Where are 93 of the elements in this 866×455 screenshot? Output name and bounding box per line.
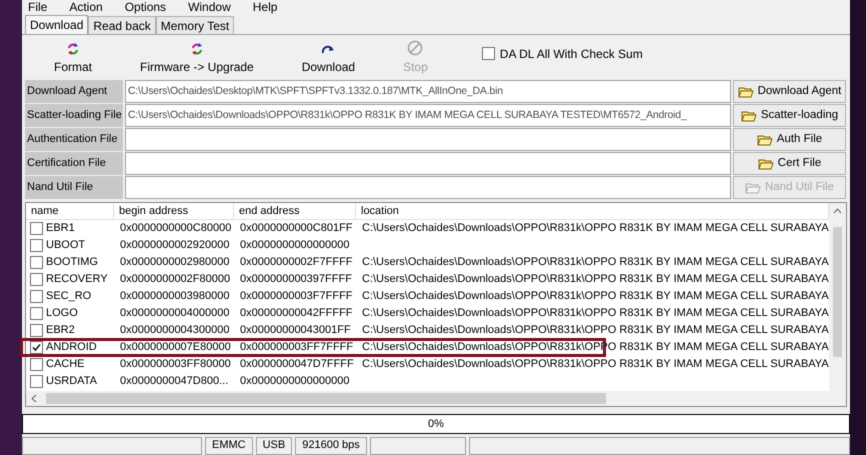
toolbar-button[interactable]: Download [300, 40, 358, 76]
toolbar-button[interactable]: Firmware -> Upgrade [138, 40, 256, 76]
scroll-left-icon[interactable] [30, 394, 38, 403]
checkbox[interactable] [30, 290, 43, 303]
table-cell: 0x0000000004000000 [120, 307, 230, 319]
checkbox[interactable] [30, 239, 43, 252]
table-cell-text: UBOOT [46, 238, 86, 253]
browse-button[interactable]: Scatter-loading [733, 104, 846, 127]
path-field[interactable] [125, 128, 731, 151]
scrollbar-thumb[interactable] [46, 393, 606, 404]
table-cell: 0x0000000007E80000 [120, 341, 231, 353]
table-cell: 0x0000000047D800... [120, 375, 228, 387]
scrollbar-thumb[interactable] [833, 227, 842, 357]
table-cell: 0x0000000002920000 [120, 239, 230, 251]
table-cell-text: EBR1 [46, 221, 75, 236]
table-cell: C:\Users\Ochaides\Downloads\OPPO\R831k\OPPO R831K BY IMAM MEGA CELL SURABAYA [362, 256, 829, 268]
table-cell-text: USRDATA [46, 374, 97, 389]
checkbox[interactable] [30, 324, 43, 337]
folder-icon [758, 158, 774, 170]
checkbox[interactable] [30, 375, 43, 388]
table-cell: C:\Users\Ochaides\Downloads\OPPO\R831k\OPPO R831K BY IMAM MEGA CELL SURABAYA [362, 307, 829, 319]
table-cell-text: LOGO [46, 306, 78, 321]
checkbox[interactable] [30, 307, 43, 320]
table-cell: 0x000000003FF7FFFF [240, 341, 354, 353]
menu-item[interactable]: Action [69, 0, 103, 14]
scroll-up-icon[interactable] [833, 207, 842, 215]
table-cell: 0x0000000003F7FFFF [240, 290, 353, 302]
checkbox[interactable] [482, 47, 495, 60]
field-label: Download Agent [25, 80, 123, 103]
table-cell: 0x0000000000000000 [240, 239, 350, 251]
folder-icon [738, 86, 754, 98]
browse-button[interactable]: Download Agent [733, 80, 846, 103]
table-cell: 0x0000000002F7FFFF [240, 256, 353, 268]
field-label: Authentication File [25, 128, 123, 151]
status-cell: 921600 bps [295, 437, 367, 455]
tab[interactable]: Download [25, 15, 88, 34]
checkbox[interactable] [30, 222, 43, 235]
table-cell: 0x0000000002980000 [120, 256, 230, 268]
table-cell-text: SEC_RO [46, 289, 92, 304]
table-cell: C:\Users\Ochaides\Downloads\OPPO\R831k\OPPO R831K BY IMAM MEGA CELL SURABAYA [362, 273, 829, 285]
progress-text: 0% [428, 416, 444, 432]
checkbox[interactable] [30, 358, 43, 371]
menu-item[interactable]: File [28, 0, 48, 14]
path-field[interactable] [125, 176, 731, 199]
field-label: Certification File [25, 152, 123, 175]
checkbox[interactable] [30, 341, 43, 354]
vertical-scrollbar[interactable] [829, 203, 846, 391]
table-cell: 0x000000000397FFFF [240, 273, 352, 285]
table-cell: 0x0000000002F80000 [120, 273, 230, 285]
browse-button[interactable]: Cert File [733, 152, 846, 175]
table-cell: 0x0000000000C80000 [120, 222, 232, 234]
checkbox-label: DA DL All With Check Sum [500, 46, 643, 62]
table-cell: 0x0000000004300000 [120, 324, 230, 336]
horizontal-scrollbar[interactable] [26, 391, 846, 406]
folder-icon [756, 134, 773, 146]
tab[interactable]: Memory Test [156, 16, 234, 34]
table-cell-text: CACHE [46, 357, 85, 372]
field-label: Scatter-loading File [25, 104, 123, 127]
menu-item[interactable]: Window [188, 0, 231, 14]
table-cell: 0x0000000047D7FFFF [240, 358, 354, 370]
status-cell: EMMC [205, 437, 253, 455]
path-field[interactable] [125, 152, 731, 175]
menu-item[interactable]: Options [124, 0, 166, 14]
checkbox[interactable] [30, 256, 43, 269]
field-label: Nand Util File [25, 176, 123, 199]
path-field[interactable]: C:\Users\Ochaides\Downloads\OPPO\R831k\OPPO R831K BY IMAM MEGA CELL SURABAYA TESTED\MT6572_Android_ [125, 104, 731, 127]
folder-icon [740, 110, 757, 122]
table-cell: 0x00000000043001FF [240, 324, 351, 336]
table-cell: C:\Users\Ochaides\Downloads\OPPO\R831k\OPPO R831K BY IMAM MEGA CELL SURABAYA [362, 222, 829, 234]
curved-arrow-icon [321, 44, 336, 56]
table-cell-text: ANDROID [46, 340, 97, 355]
table-cell: 0x0000000003980000 [120, 290, 230, 302]
table-cell: 0x000000003FF80000 [120, 358, 231, 370]
circular-arrows-icon [190, 42, 204, 56]
folder-icon [744, 182, 761, 194]
table-cell: 0x0000000000000000 [240, 375, 350, 387]
checkbox[interactable] [30, 273, 43, 286]
table-cell: 0x0000000000C801FF [240, 222, 353, 234]
circular-arrows-icon [66, 42, 80, 56]
menu-item[interactable]: Help [252, 0, 278, 14]
table-cell: C:\Users\Ochaides\Downloads\OPPO\R831k\OPPO R831K BY IMAM MEGA CELL SURABAYA [362, 358, 829, 370]
browse-button[interactable]: Auth File [733, 128, 846, 151]
table-cell: C:\Users\Ochaides\Downloads\OPPO\R831k\OPPO R831K BY IMAM MEGA CELL SURABAYA [362, 290, 829, 302]
table-cell-text: BOOTIMG [46, 255, 98, 270]
tab[interactable]: Read back [88, 16, 156, 34]
table-cell-text: RECOVERY [46, 272, 108, 287]
table-cell: 0x00000000042FFFFF [240, 307, 353, 319]
path-field[interactable]: C:\Users\Ochaides\Desktop\MTK\SPFT\SPFTv3.1332.0.187\MTK_AllInOne_DA.bin [125, 80, 731, 103]
table-cell: C:\Users\Ochaides\Downloads\OPPO\R831k\OPPO R831K BY IMAM MEGA CELL SURABAYA [362, 324, 829, 336]
stop-icon [407, 40, 424, 56]
table-cell-text: EBR2 [46, 323, 75, 338]
toolbar-button[interactable]: Format [52, 40, 94, 76]
status-cell: USB [256, 437, 292, 455]
